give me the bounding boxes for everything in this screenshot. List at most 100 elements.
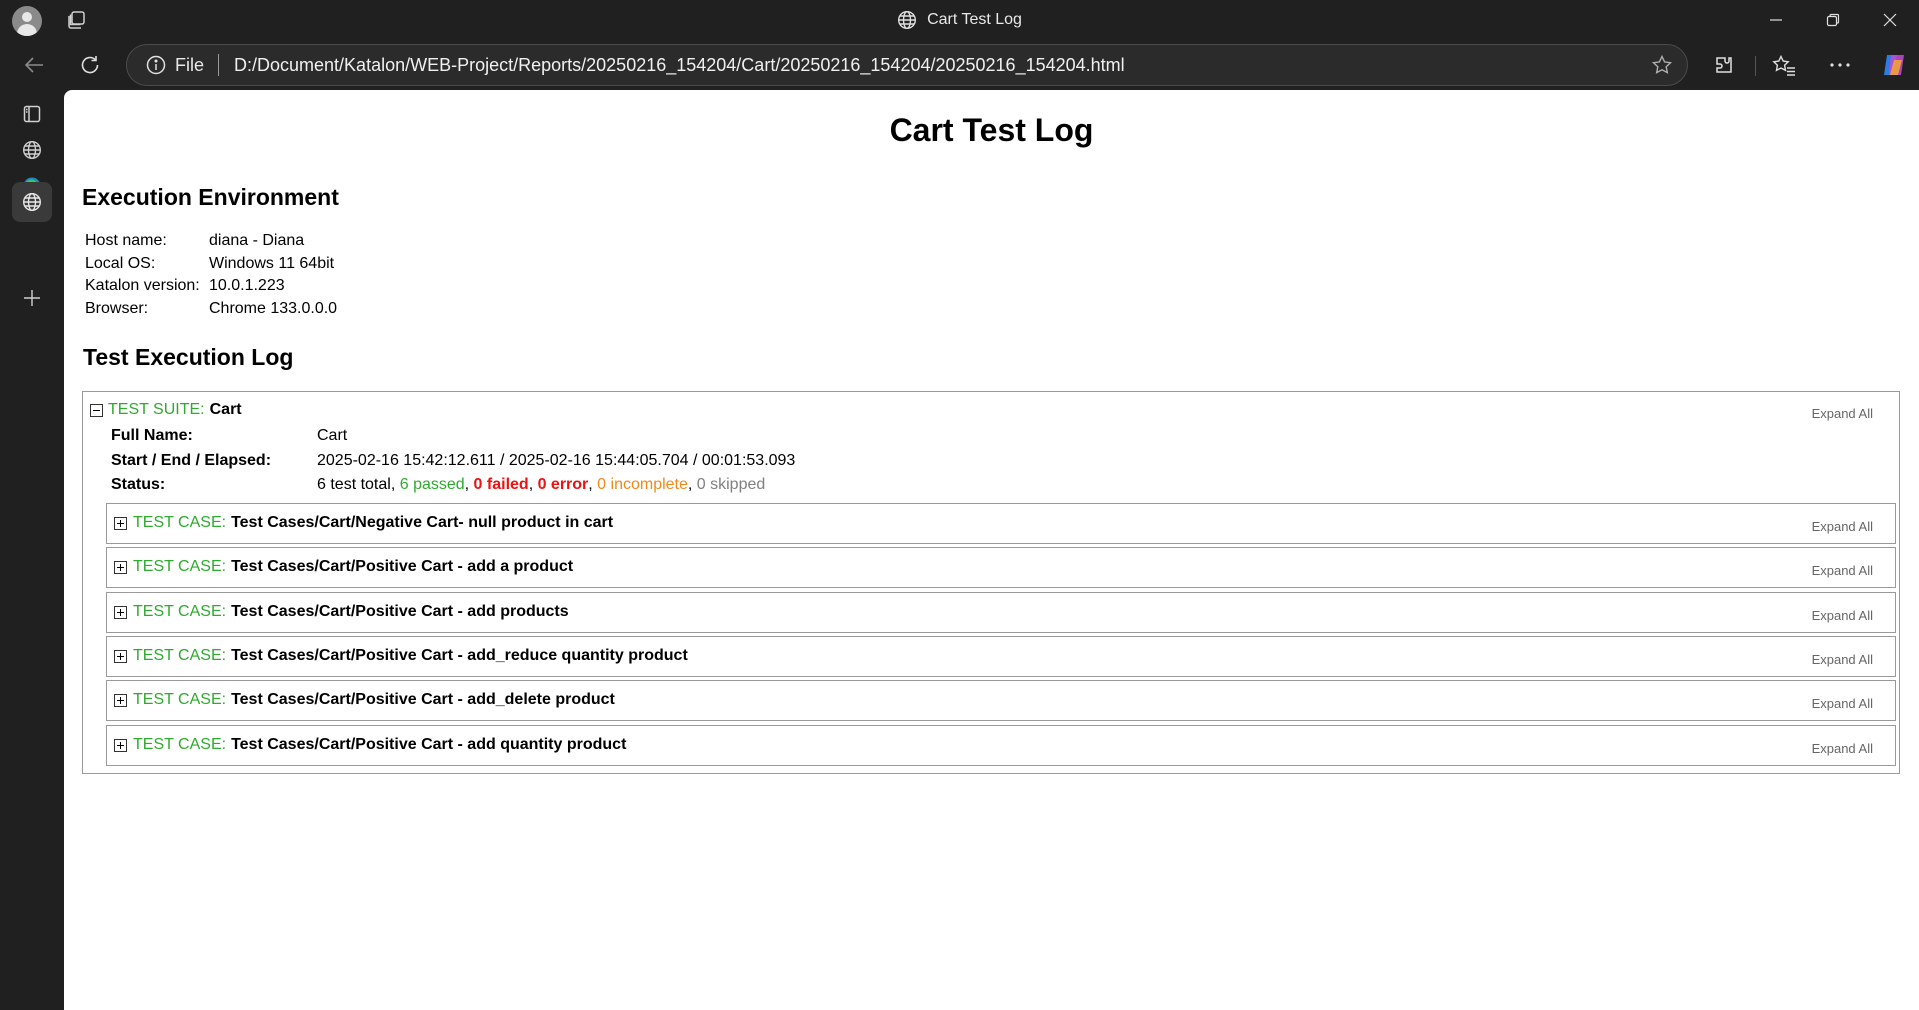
expand-icon[interactable] (114, 561, 127, 574)
info-value: 2025-02-16 15:42:12.611 / 2025-02-16 15:… (317, 451, 796, 469)
env-key: Local OS: (85, 254, 156, 272)
url-text[interactable]: D:/Document/Katalon/WEB-Project/Reports/… (234, 55, 1125, 76)
vertical-tabs-icon (23, 105, 41, 123)
minimize-button[interactable] (1748, 0, 1804, 40)
info-row-status: Status: 6 test total, 6 passed, 0 failed… (111, 476, 795, 501)
favorites-icon (1772, 54, 1795, 76)
sidebar-active-tab[interactable] (12, 182, 52, 222)
globe-icon (898, 10, 917, 30)
restore-icon (1826, 13, 1840, 27)
test-suite-header[interactable]: TEST SUITE: Cart (90, 401, 242, 419)
status-error: 0 error (537, 476, 589, 493)
test-case-label: TEST CASE: (133, 647, 227, 664)
expand-icon[interactable] (114, 650, 127, 663)
test-case-label: TEST CASE: (133, 514, 227, 531)
copilot-icon (1884, 55, 1904, 75)
test-case-row[interactable]: TEST CASE: Test Cases/Cart/Positive Cart … (106, 680, 1896, 721)
test-case-row[interactable]: TEST CASE: Test Cases/Cart/Positive Cart … (106, 636, 1896, 677)
test-case-title[interactable]: TEST CASE: Test Cases/Cart/Positive Cart … (133, 558, 573, 576)
test-case-title[interactable]: TEST CASE: Test Cases/Cart/Positive Cart … (133, 603, 569, 621)
info-icon[interactable] (145, 54, 167, 76)
expand-all-link[interactable]: Expand All (1812, 652, 1873, 667)
expand-icon[interactable] (114, 517, 127, 530)
address-bar[interactable]: File D:/Document/Katalon/WEB-Project/Rep… (126, 44, 1688, 86)
extensions-button[interactable] (1710, 51, 1738, 79)
info-value: Cart (317, 427, 348, 444)
status-separator: , (528, 476, 538, 493)
tab-actions-icon[interactable] (64, 8, 88, 32)
new-tab-button[interactable] (12, 278, 52, 318)
test-suite-name: Cart (209, 401, 242, 418)
test-case-row[interactable]: TEST CASE: Test Cases/Cart/Positive Cart … (106, 547, 1896, 588)
profile-icon[interactable] (12, 6, 42, 36)
environment-heading: Execution Environment (82, 184, 339, 210)
more-icon (1830, 63, 1850, 67)
test-case-title[interactable]: TEST CASE: Test Cases/Cart/Negative Cart-… (133, 514, 613, 532)
test-suite-label: TEST SUITE: (108, 401, 205, 418)
globe-icon (22, 192, 42, 212)
expand-icon[interactable] (114, 694, 127, 707)
info-row-full-name: Full Name: Cart (111, 427, 795, 452)
address-divider (218, 54, 220, 76)
copilot-button[interactable] (1880, 51, 1908, 79)
expand-all-link[interactable]: Expand All (1812, 696, 1873, 711)
env-value: Windows 11 64bit (209, 254, 335, 272)
test-case-name: Test Cases/Cart/Negative Cart- null prod… (231, 514, 614, 531)
env-row-katalon: Katalon version: 10.0.1.223 (85, 277, 337, 300)
vertical-tabs-button[interactable] (12, 94, 52, 134)
close-icon (1883, 13, 1897, 27)
status-incomplete: 0 incomplete (597, 476, 688, 493)
back-button[interactable] (16, 47, 52, 83)
page-title: Cart Test Log (889, 112, 1094, 148)
test-case-row[interactable]: TEST CASE: Test Cases/Cart/Positive Cart … (106, 592, 1896, 633)
status-separator: , (464, 476, 474, 493)
env-row-os: Local OS: Windows 11 64bit (85, 255, 337, 278)
restore-button[interactable] (1805, 0, 1861, 40)
toolbar-divider (1755, 56, 1756, 76)
expand-all-link[interactable]: Expand All (1812, 563, 1873, 578)
expand-all-link[interactable]: Expand All (1812, 608, 1873, 623)
window-title-text: Cart Test Log (927, 11, 1022, 28)
site-scheme-label[interactable]: File (175, 55, 204, 76)
expand-icon[interactable] (114, 606, 127, 619)
status-total: 6 test total (317, 476, 391, 493)
title-bar: Cart Test Log (0, 0, 1919, 40)
test-case-name: Test Cases/Cart/Positive Cart - add_dele… (231, 691, 615, 708)
test-case-row[interactable]: TEST CASE: Test Cases/Cart/Negative Cart-… (106, 503, 1896, 544)
report-page: Cart Test Log Execution Environment Host… (64, 90, 1919, 1010)
expand-all-link[interactable]: Expand All (1812, 519, 1873, 534)
status-skipped: 0 skipped (696, 476, 766, 493)
env-value: Chrome 133.0.0.0 (209, 299, 338, 317)
favorites-button[interactable] (1770, 51, 1798, 79)
test-case-label: TEST CASE: (133, 736, 227, 753)
test-case-title[interactable]: TEST CASE: Test Cases/Cart/Positive Cart … (133, 647, 688, 665)
expand-icon[interactable] (114, 739, 127, 752)
test-case-name: Test Cases/Cart/Positive Cart - add quan… (231, 736, 627, 753)
expand-all-link[interactable]: Expand All (1812, 406, 1873, 421)
back-arrow-icon (24, 57, 43, 73)
info-key: Full Name: (111, 427, 193, 444)
star-icon[interactable] (1651, 54, 1673, 76)
test-case-row[interactable]: TEST CASE: Test Cases/Cart/Positive Cart … (106, 725, 1896, 766)
test-case-name: Test Cases/Cart/Positive Cart - add_redu… (231, 647, 688, 664)
status-failed: 0 failed (473, 476, 529, 493)
browser-sidebar (0, 90, 64, 1010)
test-case-name: Test Cases/Cart/Positive Cart - add prod… (231, 603, 569, 620)
env-row-browser: Browser: Chrome 133.0.0.0 (85, 300, 337, 323)
sidebar-site-button[interactable] (12, 130, 52, 170)
collapse-icon[interactable] (90, 403, 103, 417)
info-key: Status: (111, 476, 166, 493)
globe-icon (22, 140, 42, 160)
status-passed: 6 passed (399, 476, 465, 493)
execution-log-heading: Test Execution Log (83, 344, 294, 370)
close-button[interactable] (1862, 0, 1918, 40)
more-button[interactable] (1826, 51, 1854, 79)
status-separator: , (687, 476, 697, 493)
reload-button[interactable] (72, 47, 108, 83)
status-summary: 6 test total, 6 passed, 0 failed, 0 erro… (317, 476, 765, 501)
env-key: Browser: (85, 299, 149, 317)
expand-all-link[interactable]: Expand All (1812, 741, 1873, 756)
test-case-title[interactable]: TEST CASE: Test Cases/Cart/Positive Cart … (133, 691, 615, 709)
test-case-label: TEST CASE: (133, 691, 227, 708)
test-case-title[interactable]: TEST CASE: Test Cases/Cart/Positive Cart … (133, 736, 626, 754)
